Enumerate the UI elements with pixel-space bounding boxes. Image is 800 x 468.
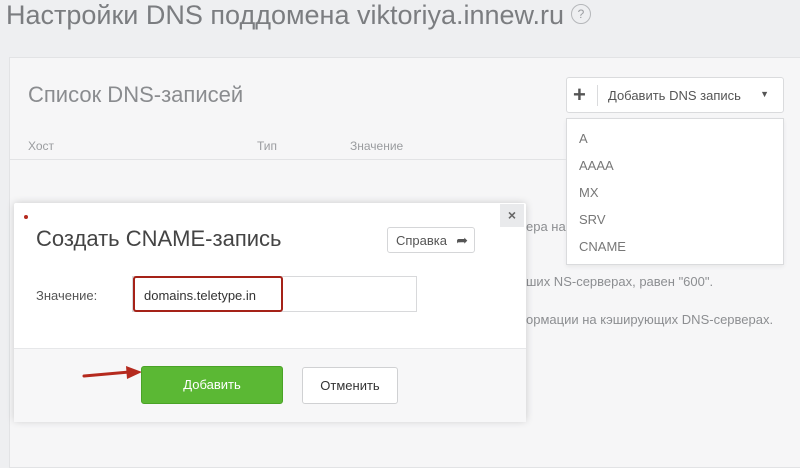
cancel-button[interactable]: Отменить (302, 367, 398, 404)
chevron-down-icon: ▼ (760, 89, 769, 99)
column-header-type: Тип (257, 139, 278, 153)
annotation-arrow-icon (82, 366, 142, 379)
add-dns-record-button[interactable]: + Добавить DNS запись ▼ (566, 77, 784, 113)
share-arrow-icon: ➦ (456, 232, 468, 248)
add-button[interactable]: Добавить (141, 366, 283, 404)
background-text-2: ших NS-серверах, равен "600". (526, 274, 714, 289)
help-button[interactable]: Справка ➦ (387, 227, 475, 253)
background-text-1: ера на (526, 219, 566, 234)
dns-list-title: Список DNS-записей (28, 82, 244, 107)
button-divider (597, 85, 598, 106)
value-field-label: Значение: (36, 288, 98, 303)
annotation-dot (24, 215, 28, 219)
close-icon[interactable]: × (500, 204, 524, 227)
help-button-label: Справка (396, 233, 447, 248)
plus-icon: + (573, 82, 586, 107)
table-header-divider (10, 159, 566, 160)
dropdown-option-aaaa[interactable]: AAAA (579, 158, 614, 173)
record-type-dropdown: A AAAA MX SRV CNAME (566, 118, 784, 265)
add-dns-record-label: Добавить DNS запись (608, 88, 741, 103)
dropdown-option-mx[interactable]: MX (579, 185, 599, 200)
dropdown-option-a[interactable]: A (579, 131, 588, 146)
create-cname-modal: × Создать CNAME-запись Справка ➦ Значени… (14, 203, 526, 422)
dropdown-option-srv[interactable]: SRV (579, 212, 606, 227)
annotation-highlight-box (133, 276, 283, 312)
column-header-host: Хост (28, 139, 55, 153)
modal-title: Создать CNAME-запись (36, 226, 282, 251)
background-text-3: ормации на кэширующих DNS-серверах. (526, 312, 774, 327)
dropdown-option-cname[interactable]: CNAME (579, 239, 626, 254)
help-icon[interactable]: ? (571, 4, 591, 24)
page-title: Настройки DNS поддомена viktoriya.innew.… (6, 0, 565, 30)
column-header-value: Значение (350, 139, 404, 153)
